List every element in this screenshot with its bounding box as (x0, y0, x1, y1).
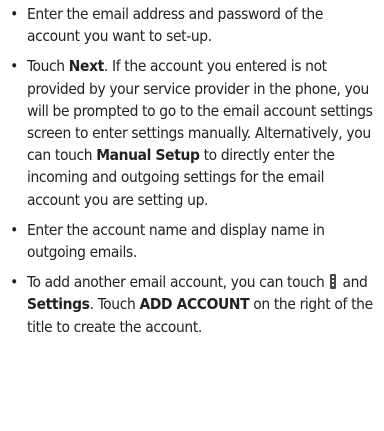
settings-label: Settings (27, 295, 90, 314)
instruction-list: • Enter the email address and password o… (6, 3, 378, 338)
bullet-marker: • (10, 57, 18, 76)
instruction-item-add-account: • To add another email account, you can … (6, 271, 378, 338)
bullet-marker: • (10, 273, 18, 292)
next-label: Next (68, 57, 104, 76)
bullet-marker: • (10, 5, 18, 23)
instruction-text: and (338, 273, 368, 292)
instruction-text: Enter the email address and password of … (27, 5, 324, 46)
instructions-page: • Enter the email address and password o… (0, 0, 384, 431)
instruction-text: . Touch (89, 295, 140, 314)
instruction-item-touch-next: • Touch Next. If the account you entered… (6, 55, 378, 210)
manual-setup-label: Manual Setup (96, 146, 200, 165)
bullet-marker: • (10, 220, 18, 239)
instruction-text: Touch (27, 57, 69, 76)
menu-icon (330, 274, 337, 290)
instruction-item-account-name: • Enter the account name and display nam… (6, 219, 378, 263)
instruction-text: Enter the account name and display name … (27, 220, 325, 262)
instruction-text: To add another email account, you can to… (27, 273, 329, 292)
add-account-label: ADD ACCOUNT (139, 295, 250, 314)
instruction-item-enter-credentials: • Enter the email address and password o… (6, 3, 378, 47)
